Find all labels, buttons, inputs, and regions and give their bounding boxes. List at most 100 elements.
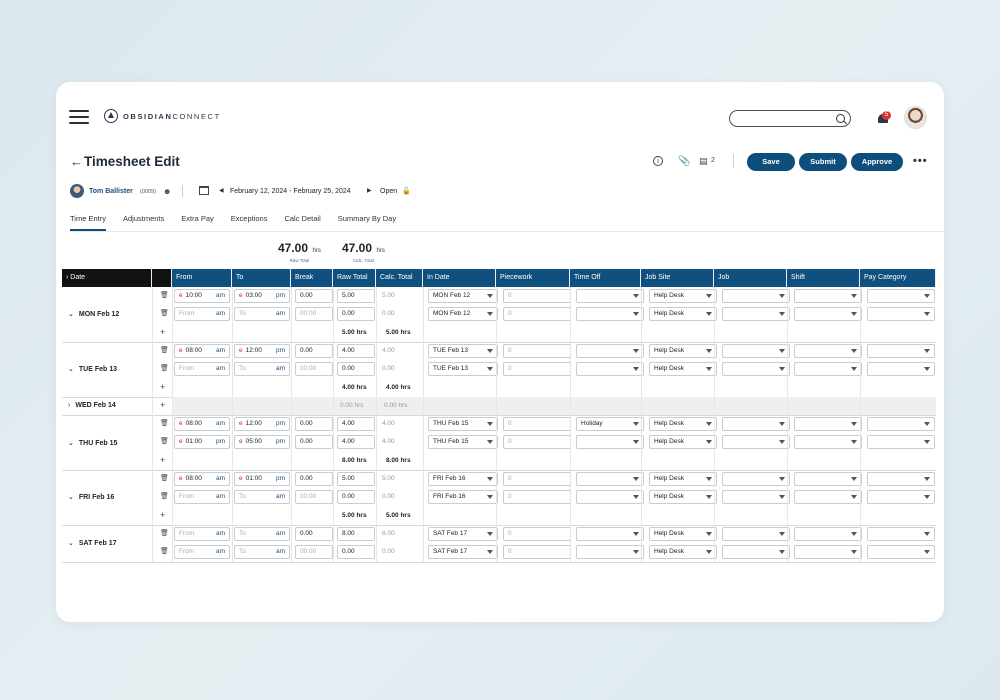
tab-summary-by-day[interactable]: Summary By Day xyxy=(338,212,396,231)
back-arrow-icon[interactable]: ← xyxy=(70,154,83,169)
from-time-input[interactable]: e 08:00 am xyxy=(174,417,230,432)
shift-select[interactable] xyxy=(794,435,862,450)
in-date-select[interactable]: THU Feb 15 xyxy=(428,435,498,450)
from-time-input[interactable]: e 01:00 pm xyxy=(174,435,230,450)
break-input[interactable]: 00:00 xyxy=(295,490,333,505)
job-select[interactable] xyxy=(722,343,790,358)
time-off-select[interactable] xyxy=(576,362,644,377)
employee-profile-icon[interactable]: ☻ xyxy=(163,187,171,196)
pay-category-select[interactable] xyxy=(867,362,935,377)
break-input[interactable]: 0.00 xyxy=(295,526,333,541)
tab-adjustments[interactable]: Adjustments xyxy=(123,212,164,231)
job-select[interactable] xyxy=(722,417,790,432)
from-time-input[interactable]: From am xyxy=(174,362,230,377)
user-avatar[interactable] xyxy=(904,106,927,129)
ampm-toggle[interactable]: am xyxy=(216,345,225,357)
job-site-select[interactable]: Help Desk xyxy=(649,417,717,432)
break-input[interactable]: 0.00 xyxy=(295,472,333,486)
ampm-toggle[interactable]: pm xyxy=(276,436,285,448)
job-site-select[interactable]: Help Desk xyxy=(649,472,717,486)
piecework-input[interactable]: 0 xyxy=(503,472,571,486)
day-label[interactable]: ⌄ SAT Feb 17 xyxy=(68,539,116,547)
shift-select[interactable] xyxy=(794,362,862,377)
trash-icon[interactable]: 🗑 xyxy=(160,419,169,427)
time-off-select[interactable] xyxy=(576,307,644,322)
pay-category-select[interactable] xyxy=(867,417,935,432)
in-date-select[interactable]: SAT Feb 17 xyxy=(428,526,498,541)
add-entry-icon[interactable]: + xyxy=(160,382,165,392)
shift-select[interactable] xyxy=(794,307,862,322)
attachment-icon[interactable]: 📎 xyxy=(678,156,690,167)
tab-time-entry[interactable]: Time Entry xyxy=(70,212,106,231)
in-date-select[interactable]: TUE Feb 13 xyxy=(428,362,498,377)
prev-period-icon[interactable]: ◀ xyxy=(219,187,224,194)
approve-button[interactable]: Approve xyxy=(851,153,903,171)
shift-select[interactable] xyxy=(794,343,862,358)
piecework-input[interactable]: 0 xyxy=(503,545,571,560)
ampm-toggle[interactable]: am xyxy=(216,546,225,558)
piecework-input[interactable]: 0 xyxy=(503,362,571,377)
ampm-toggle[interactable]: am xyxy=(216,528,225,540)
to-time-input[interactable]: To am xyxy=(234,362,290,377)
info-icon[interactable]: i xyxy=(653,156,663,166)
more-options-icon[interactable]: ••• xyxy=(913,155,928,167)
to-time-input[interactable]: To am xyxy=(234,307,290,322)
job-select[interactable] xyxy=(722,490,790,505)
break-input[interactable]: 00:00 xyxy=(295,545,333,560)
time-off-select[interactable] xyxy=(576,526,644,541)
piecework-input[interactable]: 0 xyxy=(503,289,571,303)
trash-icon[interactable]: 🗑 xyxy=(160,529,169,537)
submit-button[interactable]: Submit xyxy=(799,153,847,171)
day-label[interactable]: ⌄ MON Feb 12 xyxy=(68,310,119,318)
ampm-toggle[interactable]: am xyxy=(216,290,225,302)
column-header-date[interactable]: › Date xyxy=(62,269,152,287)
save-button[interactable]: Save xyxy=(747,153,795,171)
raw-total-input[interactable]: 0.00 xyxy=(337,490,375,505)
time-off-select[interactable] xyxy=(576,289,644,303)
from-time-input[interactable]: From am xyxy=(174,545,230,560)
job-select[interactable] xyxy=(722,307,790,322)
job-select[interactable] xyxy=(722,362,790,377)
day-label[interactable]: ⌄ TUE Feb 13 xyxy=(68,365,117,373)
trash-icon[interactable]: 🗑 xyxy=(160,437,169,445)
break-input[interactable]: 00:00 xyxy=(295,307,333,322)
pay-category-select[interactable] xyxy=(867,545,935,560)
trash-icon[interactable]: 🗑 xyxy=(160,291,169,299)
search-input[interactable] xyxy=(729,110,851,127)
piecework-input[interactable]: 0 xyxy=(503,526,571,541)
raw-total-input[interactable]: 8.00 xyxy=(337,526,375,541)
pay-category-select[interactable] xyxy=(867,343,935,358)
in-date-select[interactable]: MON Feb 12 xyxy=(428,289,498,303)
pay-category-select[interactable] xyxy=(867,490,935,505)
trash-icon[interactable]: 🗑 xyxy=(160,309,169,317)
time-off-select[interactable] xyxy=(576,343,644,358)
in-date-select[interactable]: FRI Feb 16 xyxy=(428,490,498,505)
piecework-input[interactable]: 0 xyxy=(503,417,571,432)
job-select[interactable] xyxy=(722,435,790,450)
trash-icon[interactable]: 🗑 xyxy=(160,474,169,482)
tab-exceptions[interactable]: Exceptions xyxy=(231,212,268,231)
add-entry-icon[interactable]: + xyxy=(160,510,165,520)
job-select[interactable] xyxy=(722,545,790,560)
to-time-input[interactable]: To am xyxy=(234,526,290,541)
shift-select[interactable] xyxy=(794,545,862,560)
job-select[interactable] xyxy=(722,526,790,541)
pay-category-select[interactable] xyxy=(867,526,935,541)
piecework-input[interactable]: 0 xyxy=(503,490,571,505)
to-time-input[interactable]: e 12:00 pm xyxy=(234,343,290,358)
calendar-icon[interactable] xyxy=(199,186,209,195)
menu-icon[interactable] xyxy=(69,110,89,124)
shift-select[interactable] xyxy=(794,526,862,541)
to-time-input[interactable]: To am xyxy=(234,545,290,560)
in-date-select[interactable]: THU Feb 15 xyxy=(428,417,498,432)
to-time-input[interactable]: e 03:00 pm xyxy=(234,289,290,303)
ampm-toggle[interactable]: am xyxy=(276,491,285,503)
raw-total-input[interactable]: 4.00 xyxy=(337,417,375,432)
from-time-input[interactable]: e 08:00 am xyxy=(174,472,230,486)
ampm-toggle[interactable]: am xyxy=(276,528,285,540)
time-off-select[interactable] xyxy=(576,545,644,560)
break-input[interactable]: 0.00 xyxy=(295,435,333,450)
shift-select[interactable] xyxy=(794,289,862,303)
in-date-select[interactable]: FRI Feb 16 xyxy=(428,472,498,486)
trash-icon[interactable]: 🗑 xyxy=(160,547,169,555)
